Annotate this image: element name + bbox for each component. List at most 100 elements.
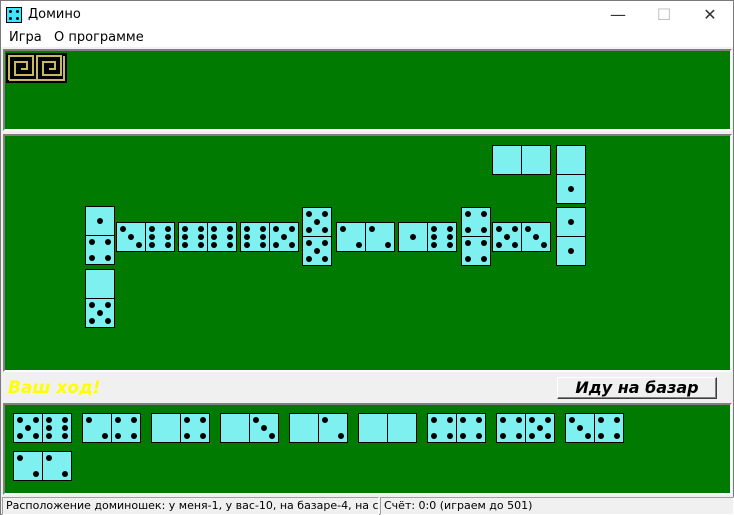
pip: [17, 432, 24, 439]
domino-half: [221, 414, 249, 442]
pip: [314, 248, 320, 254]
hand-domino[interactable]: [220, 413, 279, 443]
close-button[interactable]: ✕: [687, 1, 733, 29]
greek-key-logo: [6, 53, 67, 83]
pip: [446, 234, 453, 240]
pip: [480, 240, 487, 247]
pip: [369, 226, 376, 233]
hand-domino[interactable]: [82, 413, 141, 443]
domino-half: [83, 414, 111, 442]
pip: [410, 234, 416, 240]
pip: [61, 433, 68, 440]
pip: [544, 417, 551, 424]
hand-domino[interactable]: [496, 413, 555, 443]
domino-half: [179, 223, 207, 251]
hand-domino[interactable]: [565, 413, 624, 443]
pip: [355, 241, 362, 248]
pip: [184, 432, 191, 439]
board-domino: [556, 145, 586, 204]
pip: [613, 417, 620, 424]
domino-half: [152, 414, 180, 442]
domino-half: [457, 414, 485, 442]
pip: [182, 234, 189, 240]
pip: [431, 417, 438, 424]
domino-half: [497, 414, 525, 442]
pip: [288, 241, 295, 248]
domino-half: [303, 208, 331, 236]
hand-domino[interactable]: [427, 413, 486, 443]
hand-domino[interactable]: [13, 451, 72, 481]
pip: [496, 226, 503, 233]
pip: [211, 234, 218, 240]
go-to-bazar-button[interactable]: Иду на базар: [557, 377, 717, 399]
pip: [25, 425, 31, 431]
pip: [306, 240, 313, 247]
hand-domino[interactable]: [358, 413, 417, 443]
pip: [197, 242, 204, 249]
pip: [537, 425, 543, 431]
pip: [584, 432, 591, 439]
pip: [306, 211, 313, 218]
domino-half: [146, 223, 174, 251]
maximize-button[interactable]: ☐: [641, 1, 687, 29]
pip: [32, 432, 39, 439]
pip: [89, 254, 96, 261]
pip: [149, 242, 156, 249]
minimize-button[interactable]: —: [595, 1, 641, 29]
domino-half: [399, 223, 427, 251]
pip: [613, 432, 620, 439]
pip: [46, 455, 53, 462]
pip: [17, 417, 24, 424]
pip: [244, 225, 251, 232]
hand-domino[interactable]: [289, 413, 348, 443]
pip: [511, 241, 518, 248]
pip: [197, 234, 204, 240]
pip: [149, 225, 156, 232]
pip: [149, 234, 156, 240]
pip: [460, 417, 467, 424]
player-hand-panel: [3, 403, 732, 495]
domino-half: [86, 207, 114, 235]
pip: [259, 225, 266, 232]
domino-half: [319, 414, 347, 442]
domino-half: [428, 223, 456, 251]
pip: [97, 310, 103, 316]
pip: [446, 432, 453, 439]
pip: [259, 234, 266, 240]
hand-domino[interactable]: [151, 413, 210, 443]
pip: [306, 255, 313, 262]
pip: [431, 432, 438, 439]
domino-half: [557, 208, 585, 236]
pip: [306, 226, 313, 233]
pip: [199, 417, 206, 424]
pip: [480, 211, 487, 218]
domino-half: [526, 414, 554, 442]
pip: [500, 417, 507, 424]
pip: [164, 242, 171, 249]
menu-game[interactable]: Игра: [9, 30, 42, 45]
pip: [211, 242, 218, 249]
pip: [273, 226, 280, 233]
pip: [268, 432, 275, 439]
hand-domino[interactable]: [13, 413, 72, 443]
pip: [322, 417, 329, 424]
domino-half: [557, 175, 585, 203]
pip: [226, 234, 233, 240]
board-domino: [302, 207, 332, 266]
domino-half: [14, 414, 42, 442]
pip: [529, 417, 536, 424]
domino-half: [43, 452, 71, 480]
domino-half: [366, 223, 394, 251]
pip: [226, 242, 233, 249]
domino-half: [270, 223, 298, 251]
pip: [533, 234, 539, 240]
pip: [86, 417, 93, 424]
pip: [569, 417, 576, 424]
status-score: Счёт: 0:0 (играем до 501): [380, 497, 734, 515]
pip: [259, 242, 266, 249]
board-domino: [85, 206, 115, 265]
menu-about[interactable]: О программе: [54, 30, 144, 45]
pip: [261, 425, 267, 431]
pip: [465, 226, 472, 233]
pip: [135, 241, 142, 248]
